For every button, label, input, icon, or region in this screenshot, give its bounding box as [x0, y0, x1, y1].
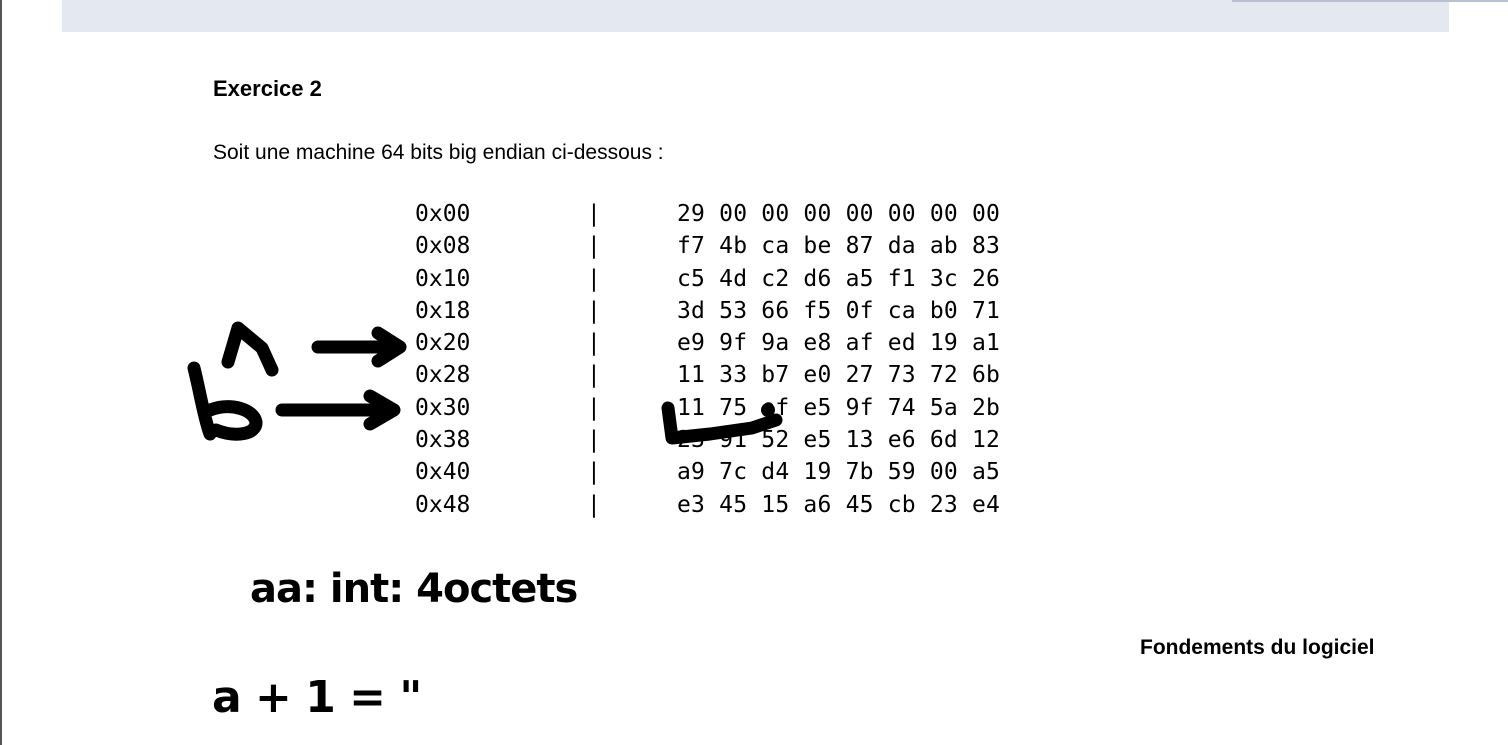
dump-separator: | [587, 330, 601, 357]
dump-bytes: e9 9f 9a e8 af ed 19 a1 [677, 330, 1001, 357]
dump-address: 0x48 [415, 491, 471, 518]
dump-bytes: a9 7c d4 19 7b 59 00 a5 [677, 459, 1001, 486]
arrow-to-0x30 [275, 389, 401, 431]
dump-address: 0x18 [415, 297, 471, 324]
dump-separator: | [587, 233, 601, 260]
arrow-to-0x20 [311, 326, 407, 368]
dump-address: 0x10 [415, 265, 471, 292]
handwritten-caret [221, 321, 279, 377]
dump-address: 0x38 [415, 427, 471, 454]
dump-separator: | [587, 201, 601, 227]
dump-address: 0x30 [415, 394, 471, 421]
handwritten-b-letter [187, 361, 263, 441]
dump-bytes: 3d 53 66 f5 0f ca b0 71 [677, 297, 1001, 324]
dump-bytes: f7 4b ca be 87 da ab 83 [677, 233, 1001, 260]
dump-address: 0x40 [415, 459, 471, 486]
dump-separator: | [587, 427, 601, 454]
handwritten-note-type: aa: int: 4octets [250, 566, 578, 612]
dump-bytes: c5 4d c2 d6 a5 f1 3c 26 [677, 265, 1001, 292]
dump-address: 0x08 [415, 233, 471, 260]
window-left-border [0, 0, 2, 745]
dump-separator: | [587, 265, 601, 292]
course-footer: Fondements du logiciel [1140, 636, 1375, 659]
dump-bytes: e3 45 15 a6 45 cb 23 e4 [677, 491, 1001, 518]
dump-bytes: 11 33 b7 e0 27 73 72 6b [677, 362, 1001, 389]
top-band-edge [1232, 0, 1508, 2]
dump-address: 0x28 [415, 362, 471, 389]
dump-bytes: 11 75 ef e5 9f 74 5a 2b [677, 394, 1001, 421]
dump-separator: | [587, 459, 601, 486]
dump-address: 0x00 [415, 201, 471, 227]
handwritten-note-expression: a + 1 = " [212, 672, 422, 723]
dump-separator: | [587, 297, 601, 324]
exercise-intro: Soit une machine 64 bits big endian ci-d… [213, 141, 664, 164]
page-top-band [62, 0, 1449, 32]
dump-address: 0x20 [415, 330, 471, 357]
dump-bytes: 29 00 00 00 00 00 00 00 [677, 201, 1001, 227]
dump-separator: | [587, 394, 601, 421]
dump-bytes: 23 91 52 e5 13 e6 6d 12 [677, 427, 1001, 454]
dump-separator: | [587, 491, 601, 518]
exercise-title: Exercice 2 [213, 76, 322, 101]
dump-separator: | [587, 362, 601, 389]
